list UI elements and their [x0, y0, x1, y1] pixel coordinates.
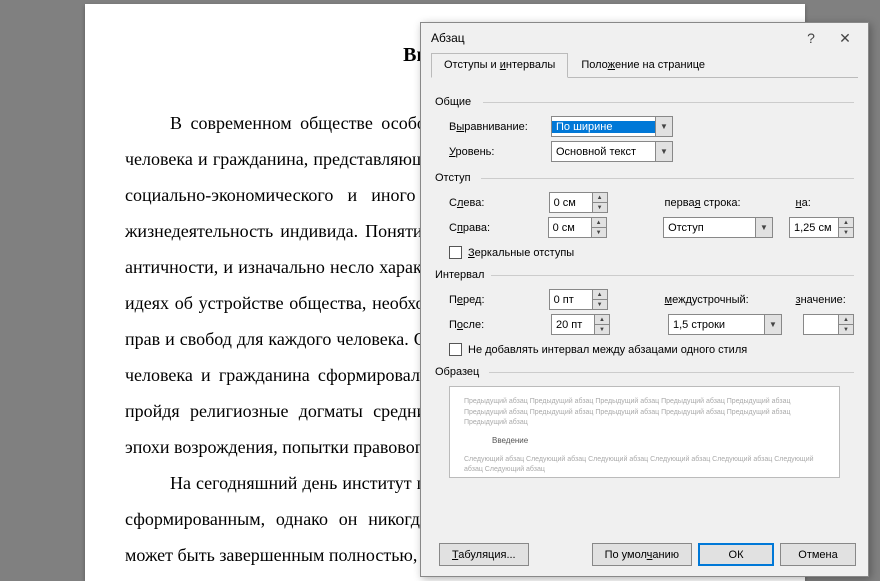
spinner-down-icon[interactable]: ▼ [595, 325, 609, 334]
firstline-select[interactable]: Отступ ▼ [663, 217, 773, 238]
app-background: Введение В современном обществе особое м… [0, 0, 880, 581]
spinner-down-icon[interactable]: ▼ [593, 300, 607, 309]
checkbox-icon[interactable] [449, 246, 462, 259]
spinner-down-icon[interactable]: ▼ [593, 203, 607, 212]
label-noadd: Не добавлять интервал между абзацами одн… [468, 344, 747, 356]
paragraph-dialog: Абзац ? ✕ Отступы и интервалы Положение … [420, 22, 869, 577]
value-spinner[interactable]: ▲▼ [803, 314, 854, 335]
by-spinner[interactable]: 1,25 см ▲▼ [789, 217, 854, 238]
sample-prev: Предыдущий абзац Предыдущий абзац Предыд… [464, 397, 825, 429]
spinner-up-icon[interactable]: ▲ [592, 218, 606, 228]
label-value: значение: [796, 294, 854, 306]
after-spinner[interactable]: 20 пт ▲▼ [551, 314, 610, 335]
noadd-checkbox-row[interactable]: Не добавлять интервал между абзацами одн… [449, 343, 854, 356]
help-button[interactable]: ? [794, 26, 828, 50]
dialog-titlebar[interactable]: Абзац ? ✕ [421, 23, 868, 53]
left-spinner[interactable]: 0 см ▲▼ [549, 192, 608, 213]
level-select[interactable]: Основной текст ▼ [551, 141, 673, 162]
spinner-down-icon[interactable]: ▼ [839, 228, 853, 237]
alignment-select[interactable]: По ширине ▼ [551, 116, 673, 137]
default-button[interactable]: По умолчанию [592, 543, 692, 566]
spinner-down-icon[interactable]: ▼ [592, 228, 606, 237]
group-sample: Образец [435, 366, 854, 378]
checkbox-icon[interactable] [449, 343, 462, 356]
sample-preview: Предыдущий абзац Предыдущий абзац Предыд… [449, 386, 840, 478]
label-mirror: Зеркальные отступы [468, 247, 574, 259]
group-interval: Интервал [435, 269, 854, 281]
group-general: Общие [435, 96, 854, 108]
chevron-down-icon[interactable]: ▼ [655, 117, 672, 136]
ok-button[interactable]: ОК [698, 543, 774, 566]
dialog-title: Абзац [431, 31, 794, 45]
tab-position[interactable]: Положение на странице [568, 53, 718, 77]
right-spinner[interactable]: 0 см ▲▼ [548, 217, 607, 238]
cancel-button[interactable]: Отмена [780, 543, 856, 566]
label-firstline: первая строка: [665, 197, 780, 209]
label-after: После: [449, 319, 543, 331]
label-left: Слева: [449, 197, 541, 209]
label-level: Уровень: [449, 146, 543, 158]
tabs-button[interactable]: Табуляция... [439, 543, 529, 566]
close-button[interactable]: ✕ [828, 26, 862, 50]
tab-indent[interactable]: Отступы и интервалы [431, 53, 568, 78]
label-alignment: Выравнивание: [449, 121, 543, 133]
label-before: Перед: [449, 294, 541, 306]
spinner-up-icon[interactable]: ▲ [839, 218, 853, 228]
label-by: на: [796, 197, 854, 209]
dialog-footer: Табуляция... По умолчанию ОК Отмена [433, 543, 856, 566]
chevron-down-icon[interactable]: ▼ [764, 315, 781, 334]
linespacing-select[interactable]: 1,5 строки ▼ [668, 314, 782, 335]
sample-center: Введение [492, 435, 825, 447]
chevron-down-icon[interactable]: ▼ [755, 218, 772, 237]
mirror-checkbox-row[interactable]: Зеркальные отступы [449, 246, 854, 259]
label-linespacing: междустрочный: [665, 294, 780, 306]
dialog-content: Общие Выравнивание: По ширине ▼ Уровень:… [421, 78, 868, 486]
group-indent: Отступ [435, 172, 854, 184]
spinner-up-icon[interactable]: ▲ [839, 315, 853, 325]
label-right: Справа: [449, 222, 540, 234]
spinner-up-icon[interactable]: ▲ [593, 290, 607, 300]
spinner-down-icon[interactable]: ▼ [839, 325, 853, 334]
tabs: Отступы и интервалы Положение на страниц… [431, 53, 858, 78]
spinner-up-icon[interactable]: ▲ [593, 193, 607, 203]
before-spinner[interactable]: 0 пт ▲▼ [549, 289, 608, 310]
spinner-up-icon[interactable]: ▲ [595, 315, 609, 325]
sample-next: Следующий абзац Следующий абзац Следующи… [464, 455, 825, 476]
chevron-down-icon[interactable]: ▼ [655, 142, 672, 161]
